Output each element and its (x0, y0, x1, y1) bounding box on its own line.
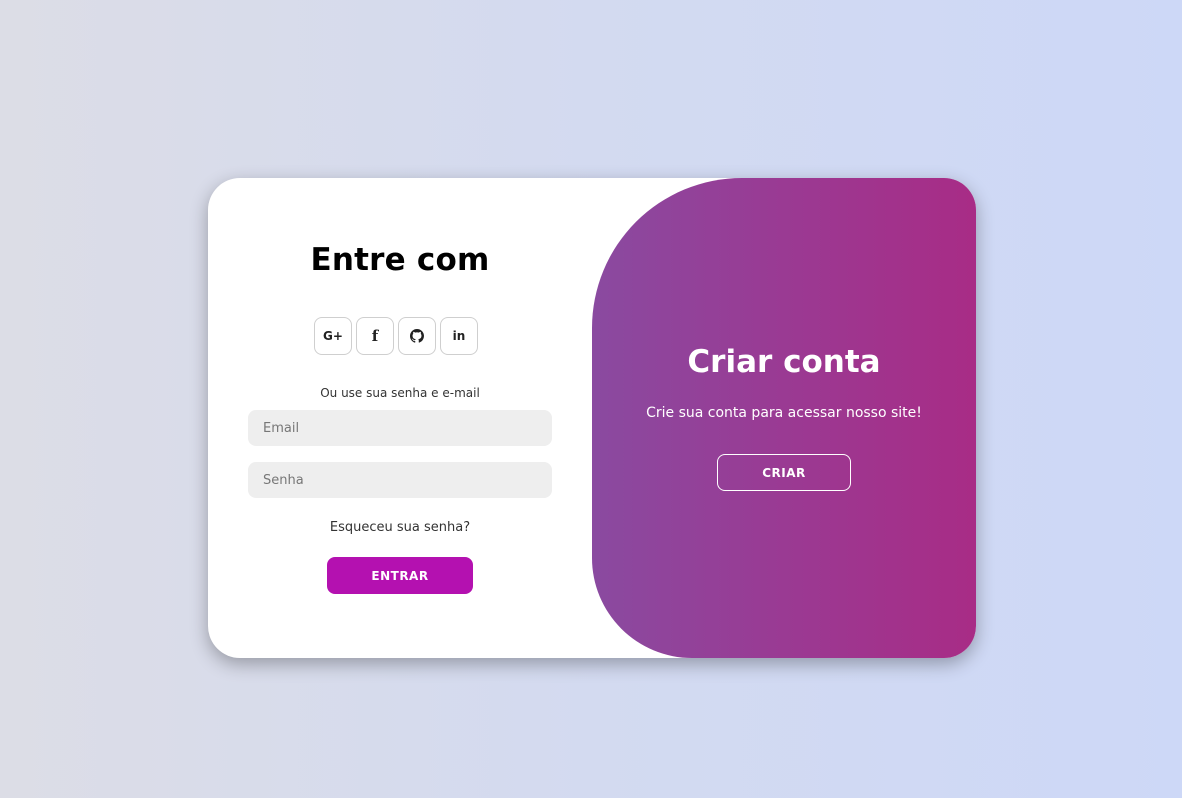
social-login-group: G+ f in (314, 317, 478, 355)
github-button[interactable] (398, 317, 436, 355)
create-account-button[interactable]: CRIAR (717, 454, 851, 491)
signin-panel: Entre com G+ f in Ou use sua senha e e-m… (208, 178, 592, 658)
email-input[interactable] (248, 410, 552, 446)
facebook-button[interactable]: f (356, 317, 394, 355)
google-plus-icon: G+ (323, 329, 343, 343)
signup-overlay-panel: Criar conta Crie sua conta para acessar … (592, 178, 976, 658)
github-icon (410, 329, 424, 343)
auth-card: Entre com G+ f in Ou use sua senha e e-m… (208, 178, 976, 658)
overlay-title: Criar conta (687, 344, 881, 380)
enter-button[interactable]: ENTRAR (327, 557, 473, 594)
facebook-icon: f (371, 327, 379, 345)
linkedin-button[interactable]: in (440, 317, 478, 355)
signin-title: Entre com (310, 242, 490, 278)
alt-login-text: Ou use sua senha e e-mail (320, 386, 480, 400)
password-input[interactable] (248, 462, 552, 498)
overlay-text: Crie sua conta para acessar nosso site! (646, 405, 922, 421)
linkedin-icon: in (452, 329, 466, 343)
forgot-password-link[interactable]: Esqueceu sua senha? (208, 520, 592, 535)
google-plus-button[interactable]: G+ (314, 317, 352, 355)
